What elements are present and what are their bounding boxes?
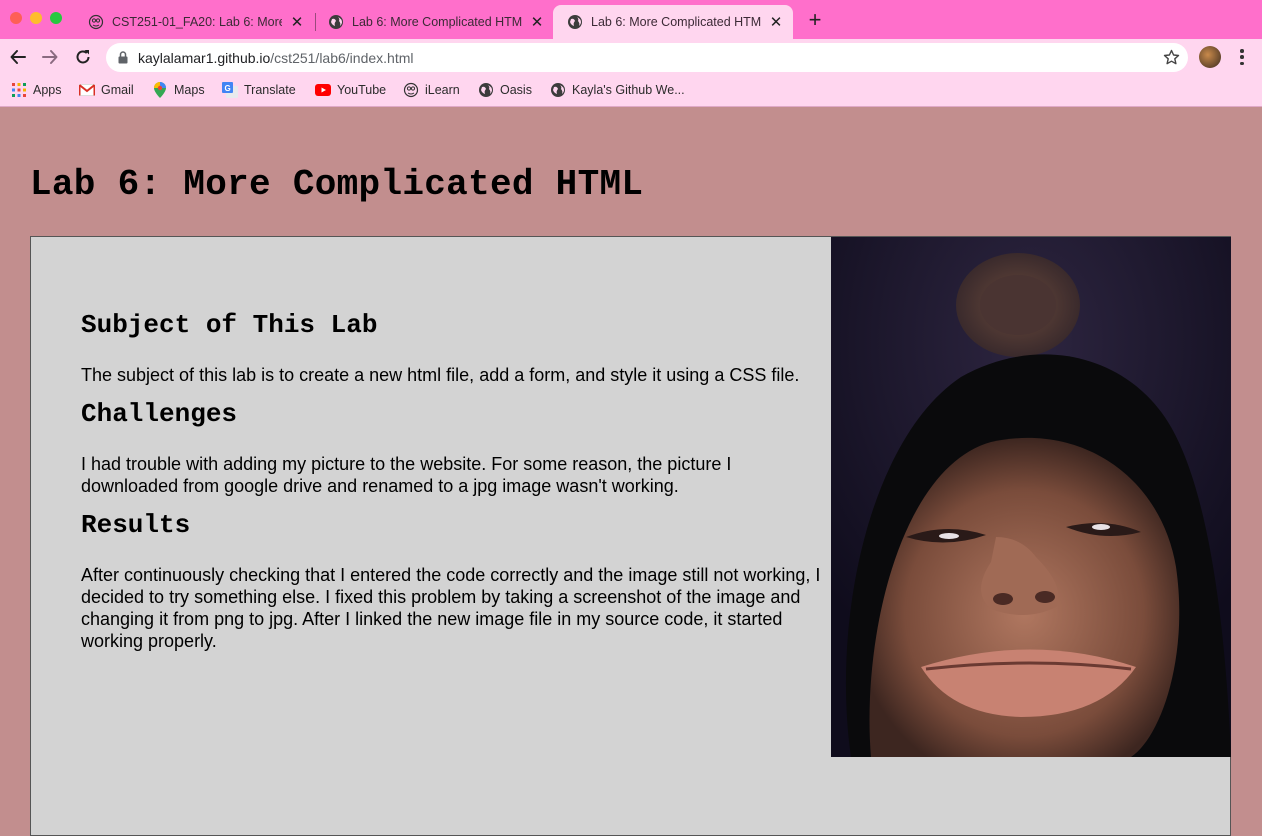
tab-close-icon[interactable]: ✕ (769, 13, 783, 31)
bookmark-translate[interactable]: G Translate (222, 81, 296, 99)
arrow-right-icon (42, 50, 58, 64)
section-body-results: After continuously checking that I enter… (81, 565, 821, 651)
tab-close-icon[interactable]: ✕ (290, 13, 304, 31)
svg-text:G: G (225, 84, 231, 93)
bookmark-label: YouTube (337, 83, 387, 97)
fullscreen-window-button[interactable] (50, 12, 62, 24)
back-button[interactable] (6, 45, 30, 69)
ilearn-icon (88, 14, 104, 30)
minimize-window-button[interactable] (30, 12, 42, 24)
globe-icon (568, 15, 582, 29)
globe-icon (478, 82, 494, 98)
page-title: Lab 6: More Complicated HTML (30, 164, 644, 205)
section-body-challenges: I had trouble with adding my picture to … (81, 454, 732, 496)
translate-icon: G (222, 82, 238, 98)
reload-icon (76, 50, 90, 64)
tab-1[interactable]: CST251-01_FA20: Lab 6: More Complicated … (74, 5, 314, 39)
browser-toolbar: kaylalamar1.github.io/cst251/lab6/index.… (0, 39, 1262, 75)
tab-3-active[interactable]: Lab 6: More Complicated HTML ✕ (553, 5, 793, 39)
bookmark-ilearn[interactable]: iLearn (403, 81, 460, 99)
section-body-subject: The subject of this lab is to create a n… (81, 365, 800, 385)
text-column: Subject of This Lab The subject of this … (81, 310, 831, 665)
url-host: kaylalamar1.github.io (138, 49, 271, 66)
youtube-icon (315, 82, 331, 98)
globe-icon (550, 82, 566, 98)
bookmark-oasis[interactable]: Oasis (478, 81, 532, 99)
forward-button[interactable] (38, 45, 62, 69)
profile-photo (831, 237, 1231, 757)
lock-icon (118, 51, 128, 64)
bookmark-gmail[interactable]: Gmail (79, 81, 134, 99)
bookmark-kayla-github[interactable]: Kayla's Github We... (550, 81, 685, 99)
tab-title: CST251-01_FA20: Lab 6: More Complicated … (112, 15, 282, 29)
bookmark-maps[interactable]: Maps (152, 81, 205, 99)
ilearn-icon (403, 82, 419, 98)
section-heading-subject: Subject of This Lab (81, 310, 378, 340)
tab-2[interactable]: Lab 6: More Complicated HTML ✕ (314, 5, 554, 39)
bookmark-label: Kayla's Github We... (572, 83, 685, 97)
tab-title: Lab 6: More Complicated HTML (352, 15, 522, 29)
content-box: Subject of This Lab The subject of this … (30, 236, 1231, 836)
gmail-icon (79, 82, 95, 98)
tab-title: Lab 6: More Complicated HTML (591, 15, 761, 29)
bookmark-label: Maps (174, 83, 205, 97)
arrow-left-icon (10, 50, 26, 64)
bookmark-label: Translate (244, 83, 296, 97)
tab-bar: CST251-01_FA20: Lab 6: More Complicated … (0, 0, 1262, 40)
reload-button[interactable] (71, 45, 95, 69)
tab-close-icon[interactable]: ✕ (530, 13, 544, 31)
close-window-button[interactable] (10, 12, 22, 24)
section-heading-challenges: Challenges (81, 399, 238, 429)
profile-avatar[interactable] (1199, 46, 1221, 68)
url-path: /cst251/lab6/index.html (270, 49, 414, 66)
address-bar[interactable]: kaylalamar1.github.io/cst251/lab6/index.… (106, 43, 1188, 72)
bookmark-apps[interactable]: Apps (11, 81, 62, 99)
section-heading-results: Results (81, 510, 191, 540)
bookmark-label: Gmail (101, 83, 134, 97)
new-tab-button[interactable]: + (805, 9, 825, 31)
bookmark-youtube[interactable]: YouTube (315, 81, 386, 99)
bookmark-star-icon[interactable] (1163, 49, 1180, 66)
apps-grid-icon (11, 82, 27, 98)
maps-icon (152, 82, 168, 98)
more-options-icon[interactable] (1236, 47, 1248, 67)
bookmark-label: Apps (33, 83, 62, 97)
globe-icon (329, 15, 343, 29)
bookmarks-bar: Apps Gmail Maps G Translate YouTube iLea… (0, 75, 1262, 107)
bookmark-label: Oasis (500, 83, 532, 97)
bookmark-label: iLearn (425, 83, 460, 97)
